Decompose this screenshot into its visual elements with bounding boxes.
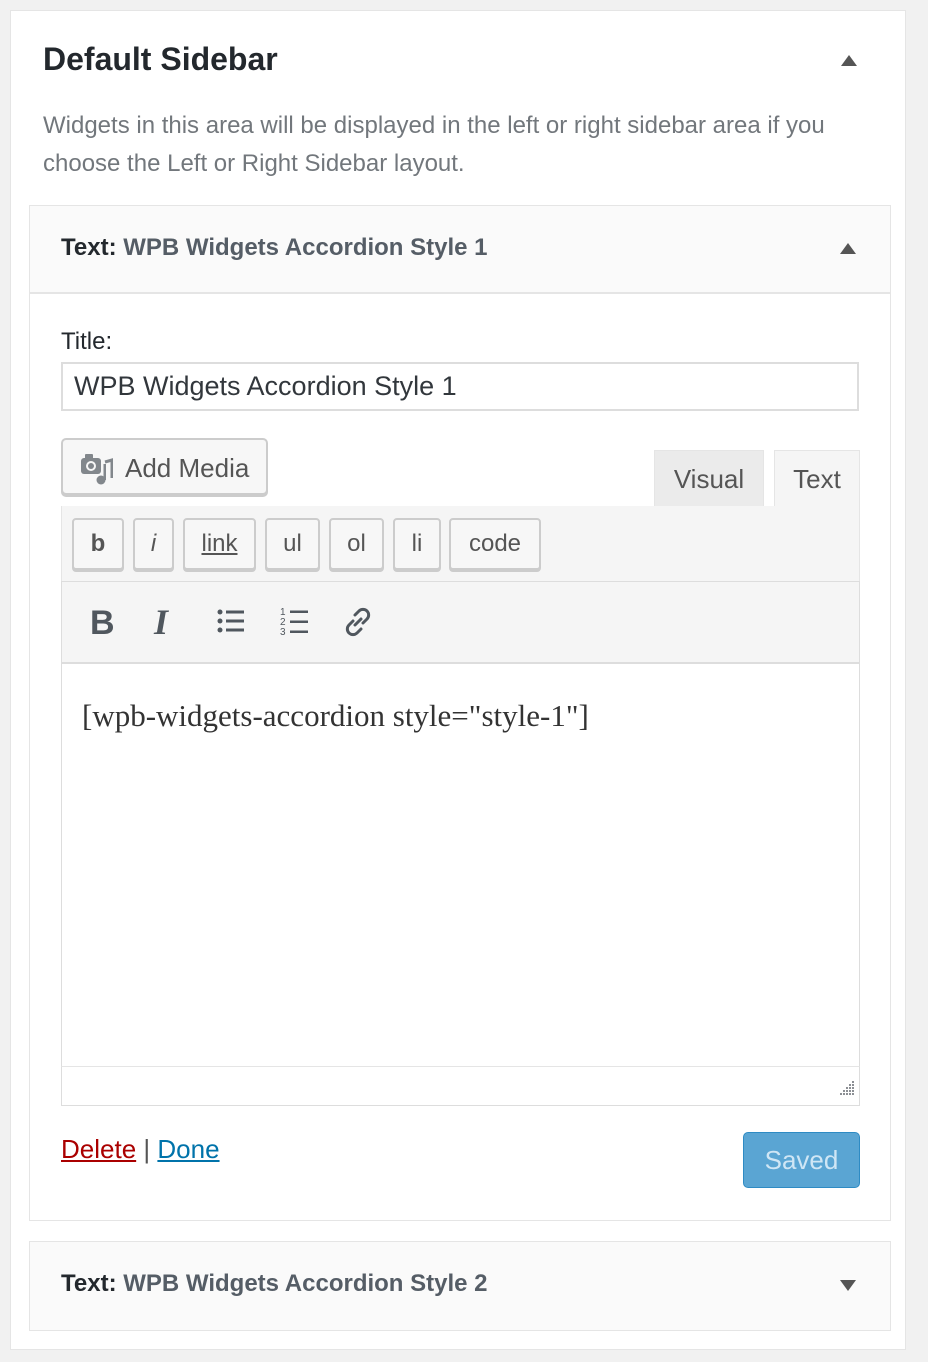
quicktag-code-button[interactable]: code	[449, 518, 541, 570]
tab-visual[interactable]: Visual	[654, 450, 764, 507]
title-label: Title:	[61, 328, 113, 355]
quicktags-toolbar: b i link ul ol li code	[61, 506, 860, 581]
delete-link[interactable]: Delete	[61, 1134, 136, 1164]
collapse-widget-1-arrow-icon[interactable]	[840, 243, 856, 254]
svg-text:B: B	[90, 604, 114, 638]
widget-1-type-label: Text:	[61, 234, 117, 261]
numbered-list-icon[interactable]: 1 2 3	[280, 604, 310, 643]
text-widget-2[interactable]: Text: WPB Widgets Accordion Style 2	[29, 1241, 891, 1331]
quicktag-ul-button[interactable]: ul	[265, 518, 320, 570]
done-link[interactable]: Done	[157, 1134, 219, 1164]
tab-text[interactable]: Text	[774, 450, 860, 507]
bulleted-list-icon[interactable]	[216, 604, 246, 643]
add-media-button[interactable]: Add Media	[61, 438, 268, 495]
svg-text:3: 3	[280, 627, 286, 638]
widget-2-name: WPB Widgets Accordion Style 2	[123, 1270, 488, 1297]
text-editor-area[interactable]: [wpb-widgets-accordion style="style-1"]	[61, 664, 860, 1066]
editor-status-bar	[61, 1066, 860, 1106]
format-toolbar: B I 1 2 3	[61, 581, 860, 664]
default-sidebar-panel: Default Sidebar Widgets in this area wil…	[10, 10, 906, 1350]
quicktag-b-button[interactable]: b	[72, 518, 124, 570]
link-icon[interactable]	[340, 604, 376, 645]
widget-2-header[interactable]: Text: WPB Widgets Accordion Style 2	[30, 1242, 890, 1330]
resize-handle-icon[interactable]	[837, 1078, 855, 1101]
expand-widget-2-arrow-icon[interactable]	[840, 1280, 856, 1291]
add-media-label: Add Media	[125, 453, 250, 483]
svg-text:I: I	[153, 604, 170, 638]
widget-2-title: Text: WPB Widgets Accordion Style 2	[61, 1270, 488, 1298]
title-input[interactable]	[61, 362, 859, 411]
sidebar-description: Widgets in this area will be displayed i…	[43, 112, 825, 177]
add-media-icon	[79, 452, 114, 491]
widget-1-name: WPB Widgets Accordion Style 1	[123, 234, 488, 261]
widget-2-type-label: Text:	[61, 1270, 117, 1297]
text-widget-1: Text: WPB Widgets Accordion Style 1 Titl…	[29, 205, 891, 1221]
sidebar-title: Default Sidebar	[43, 41, 278, 77]
saved-button[interactable]: Saved	[743, 1132, 860, 1188]
quicktag-ol-button[interactable]: ol	[329, 518, 384, 570]
quicktag-link-button[interactable]: link	[183, 518, 256, 570]
bold-icon[interactable]: B	[88, 604, 115, 643]
widget-1-header[interactable]: Text: WPB Widgets Accordion Style 1	[30, 206, 890, 294]
widget-1-title: Text: WPB Widgets Accordion Style 1	[61, 234, 488, 262]
quicktag-li-button[interactable]: li	[393, 518, 441, 570]
italic-icon[interactable]: I	[152, 602, 178, 643]
collapse-sidebar-arrow-icon[interactable]	[841, 55, 857, 66]
editor-content: [wpb-widgets-accordion style="style-1"]	[82, 698, 589, 733]
actions-separator: |	[143, 1134, 151, 1164]
quicktag-i-button[interactable]: i	[133, 518, 174, 570]
widget-actions: Delete | Done	[61, 1134, 220, 1165]
